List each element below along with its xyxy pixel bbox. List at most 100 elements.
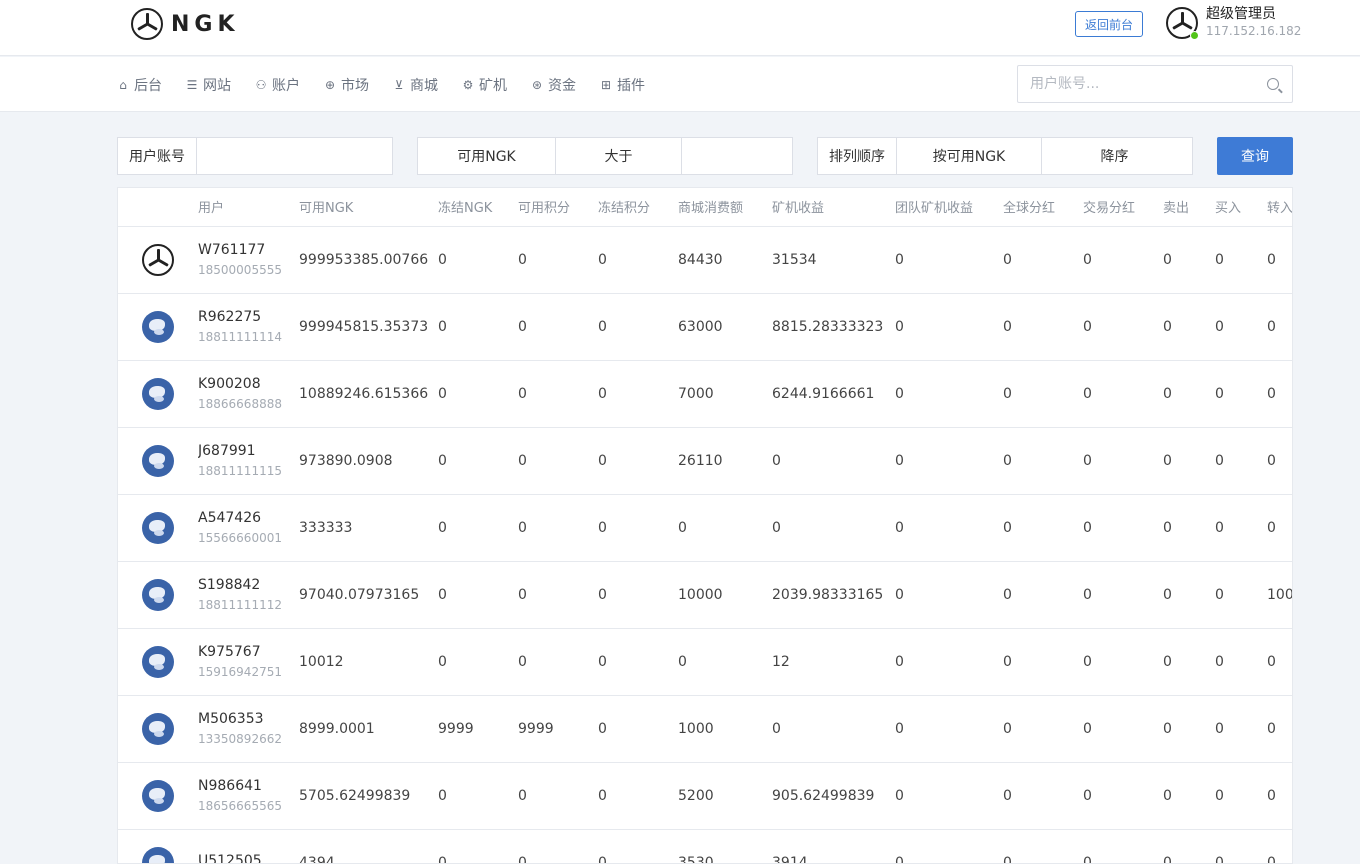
table-cell: 0	[895, 494, 1003, 562]
table-row[interactable]: W761177 18500005555 999953385.00766 0 0 0 8443…	[118, 226, 1292, 294]
table-cell: 999945815.35373	[299, 293, 438, 361]
table-row[interactable]: M506353 13350892662 8999.0001 9999 9999 0 1000…	[118, 695, 1292, 763]
table-cell: 0	[1163, 695, 1215, 763]
sort-label: 排列顺序	[818, 138, 897, 174]
table-cell: 0	[1163, 628, 1215, 696]
table-cell: 0	[895, 226, 1003, 294]
compare-value-input[interactable]	[682, 138, 792, 174]
table-cell: 0	[518, 494, 598, 562]
admin-profile[interactable]: 超级管理员 117.152.16.182	[1166, 6, 1301, 40]
ngk-logo[interactable]: NGK	[131, 8, 240, 40]
user-phone: 18811111112	[198, 598, 282, 612]
user-account[interactable]: M506353	[198, 710, 299, 728]
query-button[interactable]: 查询	[1217, 137, 1293, 175]
table-cell: 0	[1215, 695, 1267, 763]
nav-item-funds[interactable]: ⊛ 资金	[530, 75, 576, 95]
nav-label: 矿机	[479, 77, 507, 94]
nav-item-accounts[interactable]: ⚇ 账户	[254, 75, 300, 95]
table-cell: 0	[1163, 360, 1215, 428]
avatar	[142, 444, 174, 477]
table-row[interactable]: K900208 18866668888 10889246.615366 0 0 0 7000…	[118, 360, 1292, 428]
table-row[interactable]: N986641 18656665565 5705.62499839 0 0 0 5200 90…	[118, 762, 1292, 830]
table-cell: 6244.9166661	[772, 360, 895, 428]
table-cell: 0	[438, 360, 518, 428]
table-cell: 0	[1215, 293, 1267, 361]
account-filter-input[interactable]	[197, 138, 387, 174]
avatar	[142, 645, 174, 678]
table-cell: 100	[1267, 561, 1292, 629]
compare-select[interactable]: 大于	[556, 138, 682, 174]
avatar	[142, 712, 174, 745]
column-header: 冻结NGK	[438, 188, 518, 227]
avatar-cell	[118, 762, 198, 830]
table-cell: 0	[1163, 561, 1215, 629]
column-header: 全球分红	[1003, 188, 1083, 227]
table-cell: 0	[1267, 762, 1292, 830]
avatar-cell	[118, 427, 198, 495]
user-cell: N986641 18656665565	[198, 762, 299, 830]
user-account[interactable]: K900208	[198, 375, 299, 393]
table-row[interactable]: J687991 18811111115 973890.0908 0 0 0 26110 0 0 0…	[118, 427, 1292, 495]
table-cell: 0	[772, 695, 895, 763]
field-select[interactable]: 可用NGK	[418, 138, 556, 174]
table-cell: 0	[1003, 293, 1083, 361]
account-filter: 用户账号	[117, 137, 393, 175]
table-cell: 0	[895, 293, 1003, 361]
admin-name: 超级管理员	[1206, 6, 1276, 22]
column-header: 团队矿机收益	[895, 188, 1003, 227]
user-account[interactable]: U512505	[198, 852, 299, 863]
nav-item-miner[interactable]: ⚙ 矿机	[461, 75, 507, 95]
table-cell: 0	[895, 427, 1003, 495]
table-cell: 97040.07973165	[299, 561, 438, 629]
user-phone: 18866668888	[198, 397, 282, 411]
table-cell: 10889246.615366	[299, 360, 438, 428]
table-cell: 0	[598, 561, 678, 629]
nav-item-plugins[interactable]: ⊞ 插件	[599, 75, 645, 95]
back-to-frontend-button[interactable]: 返回前台	[1075, 11, 1143, 37]
table-row[interactable]: S198842 18811111112 97040.07973165 0 0 0 10000…	[118, 561, 1292, 629]
sort-field-select[interactable]: 按可用NGK	[897, 138, 1042, 174]
table-row[interactable]: R962275 18811111114 999945815.35373 0 0 0 6300…	[118, 293, 1292, 361]
column-header: 买入	[1215, 188, 1267, 227]
table-row[interactable]: A547426 15566660001 333333 0 0 0 0 0 0 0 0 0 0 0	[118, 494, 1292, 562]
table-cell: 10012	[299, 628, 438, 696]
chip-icon: ⚙	[462, 77, 474, 92]
user-account[interactable]: K975767	[198, 643, 299, 661]
table-cell: 0	[598, 293, 678, 361]
table-cell: 0	[1083, 226, 1163, 294]
table-cell: 0	[1215, 226, 1267, 294]
table-cell: 0	[1163, 829, 1215, 863]
user-account[interactable]: S198842	[198, 576, 299, 594]
user-phone: 15916942751	[198, 665, 282, 679]
nav-item-website[interactable]: ☰ 网站	[185, 75, 231, 95]
user-account[interactable]: W761177	[198, 241, 299, 259]
sort-filter: 排列顺序 按可用NGK 降序	[817, 137, 1193, 175]
sort-order-select[interactable]: 降序	[1042, 138, 1187, 174]
user-account[interactable]: J687991	[198, 442, 299, 460]
search-icon[interactable]	[1267, 78, 1279, 90]
user-phone: 15566660001	[198, 531, 282, 545]
search-input[interactable]	[1018, 66, 1248, 102]
table-cell: 0	[1267, 226, 1292, 294]
nav-item-dashboard[interactable]: ⌂ 后台	[116, 75, 162, 95]
user-account[interactable]: A547426	[198, 509, 299, 527]
nav-item-market[interactable]: ⊕ 市场	[323, 75, 369, 95]
user-phone: 18656665565	[198, 799, 282, 813]
user-account[interactable]: R962275	[198, 308, 299, 326]
home-icon: ⌂	[119, 77, 127, 92]
table-row[interactable]: U512505 4394 0 0 0 3530 3914 0 0 0 0 0 0	[118, 829, 1292, 863]
table-cell: 0	[518, 427, 598, 495]
table-row[interactable]: K975767 15916942751 10012 0 0 0 0 12 0 0 0 0 0 0	[118, 628, 1292, 696]
table-cell: 0	[518, 561, 598, 629]
column-header: 商城消费额	[678, 188, 772, 227]
user-account[interactable]: N986641	[198, 777, 299, 795]
table-cell: 0	[1267, 695, 1292, 763]
table-cell: 0	[518, 293, 598, 361]
nav-item-mall[interactable]: ⊻ 商城	[392, 75, 438, 95]
nav-bar: ⌂ 后台 ☰ 网站 ⚇ 账户 ⊕ 市场 ⊻ 商城 ⚙ 矿机 ⊛ 资金 ⊞ 插件	[0, 57, 1360, 112]
table-cell: 0	[895, 628, 1003, 696]
table-cell: 0	[1163, 427, 1215, 495]
table-cell: 0	[1083, 360, 1163, 428]
table-cell: 905.62499839	[772, 762, 895, 830]
account-filter-label: 用户账号	[118, 138, 197, 174]
